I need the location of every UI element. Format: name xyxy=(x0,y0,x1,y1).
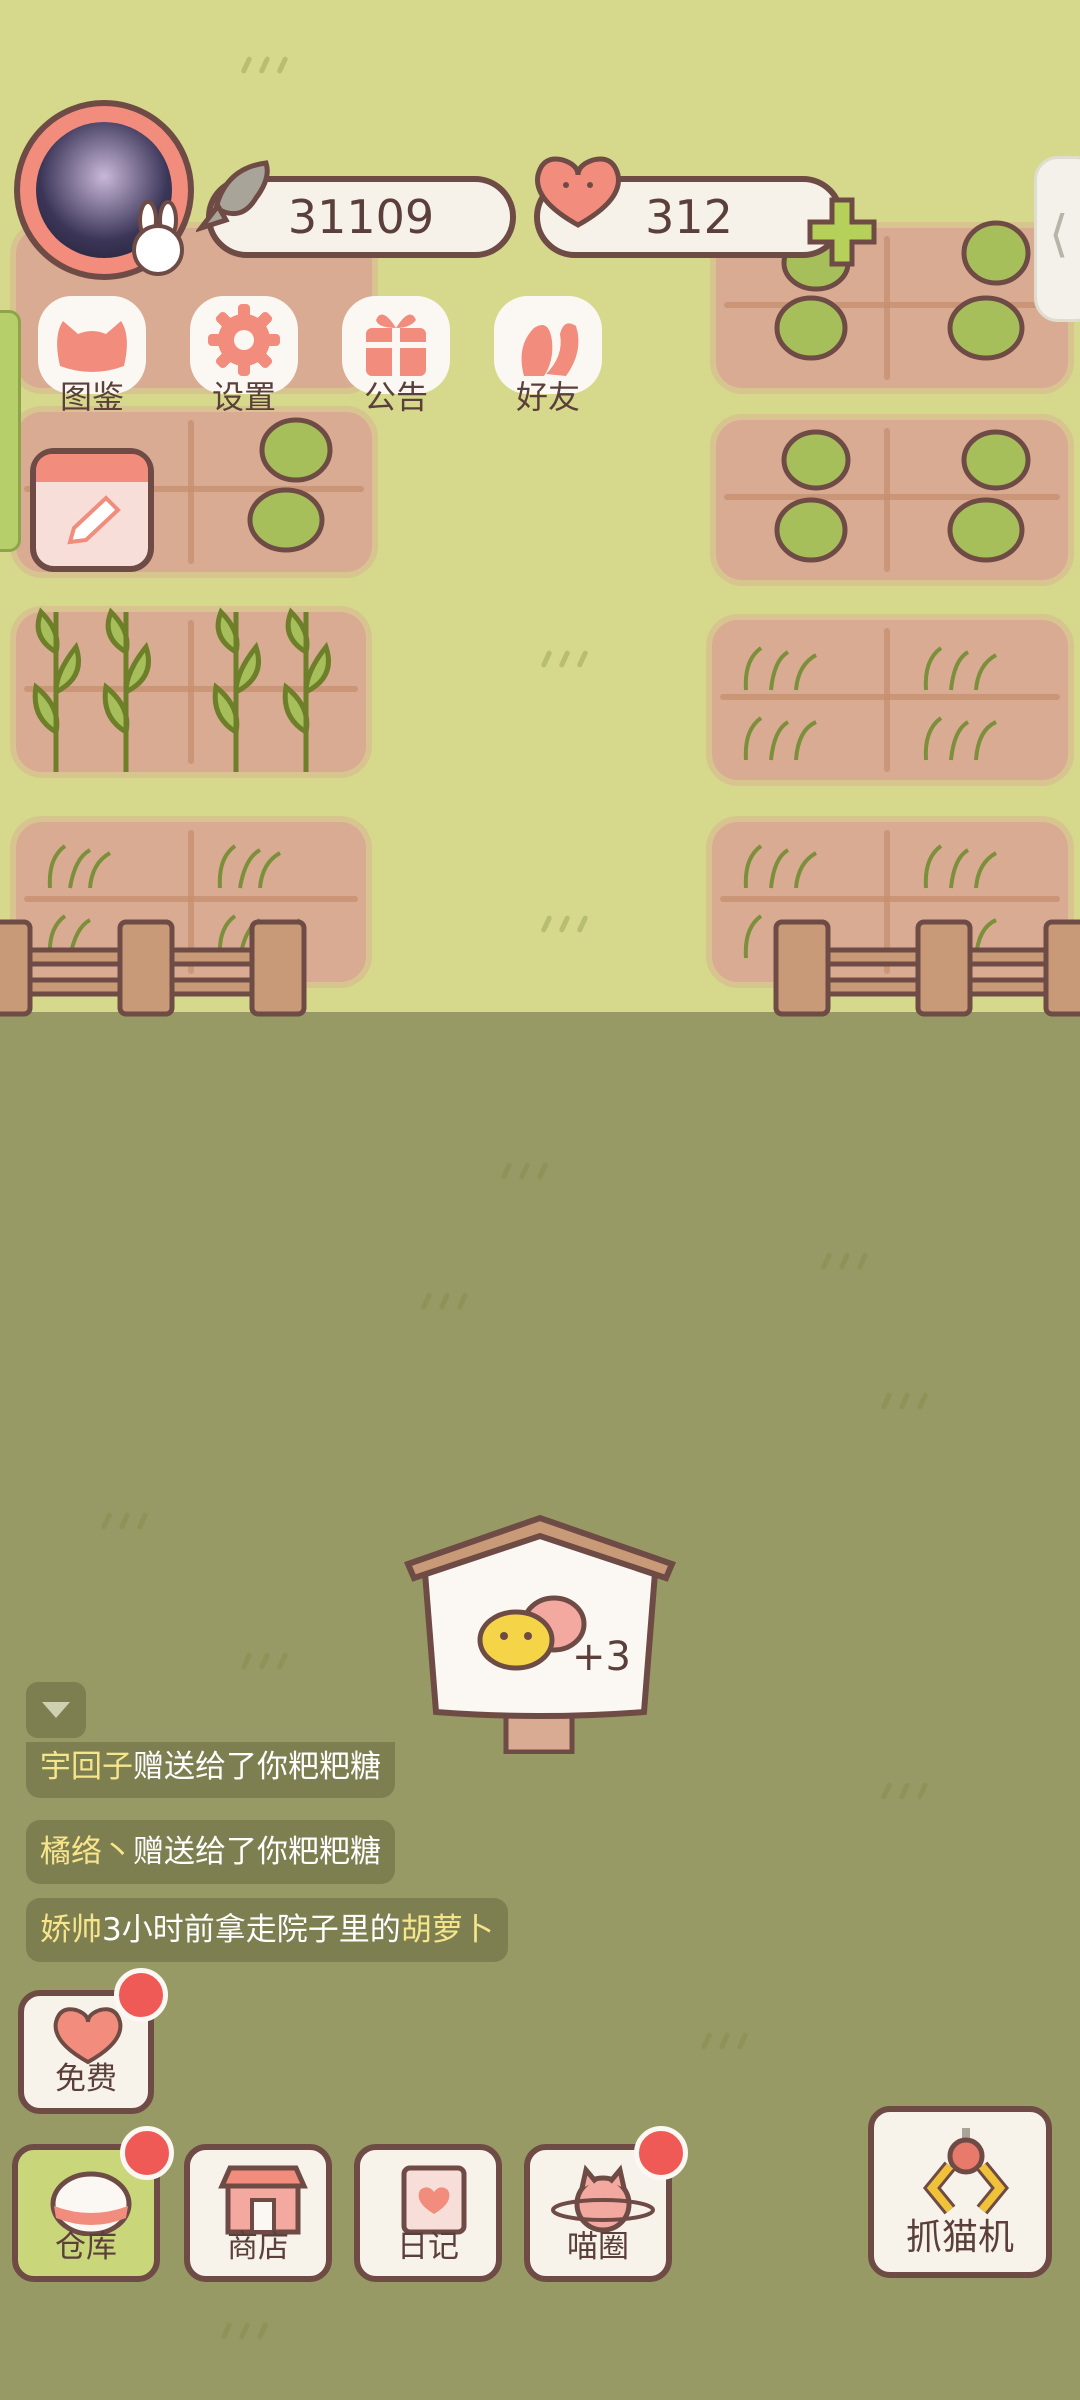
chat-text: 3小时前拿走院子里的 xyxy=(102,1912,401,1948)
menu-item-label: 设置 xyxy=(211,378,276,416)
claw-machine-button[interactable]: 抓猫机 xyxy=(868,2106,1052,2278)
chat-username: 娇帅 xyxy=(40,1912,102,1948)
grass-tuft xyxy=(240,55,300,76)
button-label: 免费 xyxy=(55,2061,117,2097)
cat-house-drawing xyxy=(404,1514,676,1754)
menu-item-settings[interactable]: 设置 xyxy=(184,296,304,418)
sprout-icon xyxy=(247,417,333,553)
chat-text: 赠送给了你粑粑糖 xyxy=(133,1834,381,1870)
grass-tuft xyxy=(500,1161,560,1182)
field-plot[interactable] xyxy=(716,420,1068,580)
pencil-icon xyxy=(67,495,121,545)
check-in-calendar-button[interactable] xyxy=(30,448,154,572)
menu-item-label: 公告 xyxy=(363,378,428,416)
notification-dot xyxy=(114,1968,168,2022)
menu-item-label: 图鉴 xyxy=(59,378,124,416)
chat-message: 橘络丶赠送给了你粑粑糖 xyxy=(26,1820,395,1884)
button-label: 抓猫机 xyxy=(905,2217,1014,2258)
field-plot[interactable] xyxy=(16,607,366,772)
diary-button[interactable]: 日记 xyxy=(354,2144,502,2282)
chevron-left-icon: ⟨ xyxy=(1049,205,1069,263)
field-plot[interactable] xyxy=(712,620,1068,780)
notification-dot xyxy=(634,2126,688,2180)
bunny-icon xyxy=(132,200,184,276)
heart-icon xyxy=(535,156,621,228)
button-label: 日记 xyxy=(397,2229,459,2265)
button-label: 商店 xyxy=(227,2229,289,2265)
grass-tuft xyxy=(220,2321,280,2342)
chevron-down-icon xyxy=(42,1702,70,1718)
grass-tuft xyxy=(880,1391,940,1412)
chat-username: 宇回子 xyxy=(40,1749,133,1785)
grass-tuft xyxy=(700,2031,760,2052)
chat-toggle[interactable] xyxy=(26,1682,86,1738)
shop-button[interactable]: 商店 xyxy=(184,2144,332,2282)
grass-tuft xyxy=(540,914,600,935)
heart-count: 312 xyxy=(645,190,733,244)
button-label: 仓库 xyxy=(55,2229,117,2265)
grass-tuft xyxy=(820,1251,880,1272)
notification-dot xyxy=(120,2126,174,2180)
menu-item-handbook[interactable]: 图鉴 xyxy=(32,296,152,418)
grass-tuft xyxy=(540,649,600,670)
side-panel-toggle[interactable]: ⟨ xyxy=(1034,156,1080,322)
corn-crop-icon xyxy=(32,607,331,772)
seedling-crop-icon xyxy=(743,646,998,761)
chat-username: 橘络丶 xyxy=(40,1834,133,1870)
left-edge-tab[interactable] xyxy=(0,310,21,552)
grass-tuft xyxy=(240,1651,300,1672)
calendar-header xyxy=(36,454,148,482)
wooden-fence xyxy=(773,919,1080,1017)
wooden-fence xyxy=(0,919,307,1017)
chat-message: 娇帅3小时前拿走院子里的胡萝卜 xyxy=(26,1898,508,1962)
chat-message: 宇回子赠送给了你粑粑糖 xyxy=(26,1742,395,1798)
button-label: 喵圈 xyxy=(567,2229,629,2265)
fish-count: 31109 xyxy=(287,190,435,244)
menu-item-announcement[interactable]: 公告 xyxy=(336,296,456,418)
cat-house[interactable]: +3 xyxy=(404,1514,676,1754)
grass-tuft xyxy=(880,1781,940,1802)
grass-tuft xyxy=(420,1291,480,1312)
chat-text: 赠送给了你粑粑糖 xyxy=(133,1749,381,1785)
menu-item-friends[interactable]: 好友 xyxy=(488,296,608,418)
grass-tuft xyxy=(100,1511,160,1532)
chat-item: 胡萝卜 xyxy=(400,1912,494,1948)
add-hearts-icon[interactable] xyxy=(806,196,878,268)
sprout-icon xyxy=(774,429,1031,563)
cat-house-plus-label: +3 xyxy=(572,1634,631,1680)
fish-icon xyxy=(196,160,270,233)
menu-item-label: 好友 xyxy=(515,378,580,416)
